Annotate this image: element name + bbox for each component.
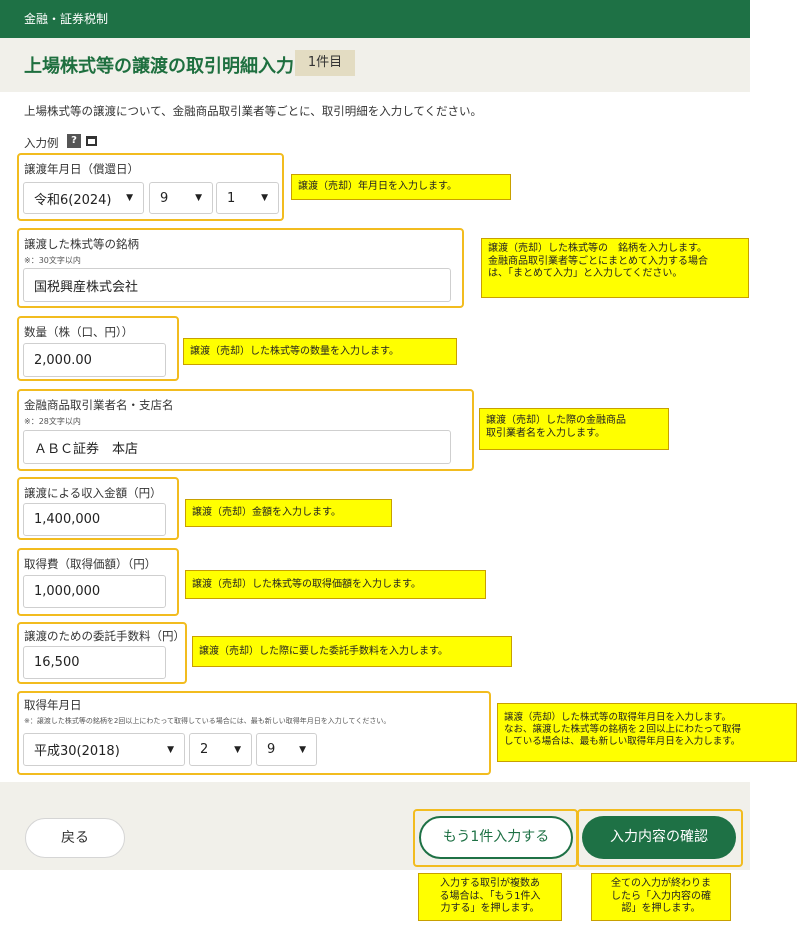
transfer-era-value: 令和6(2024): [34, 192, 112, 208]
quantity-value: 2,000.00: [34, 352, 92, 368]
chevron-down-icon: ▼: [234, 744, 241, 755]
add-another-button[interactable]: もう1件入力する: [419, 816, 573, 859]
annotation-broker: 譲渡（売却）した際の金融商品 取引業者名を入力します。: [479, 408, 669, 450]
broker-note: ※：28文字以内: [24, 417, 81, 426]
chevron-down-icon: ▼: [261, 193, 268, 203]
acquisition-month-value: 2: [200, 742, 209, 757]
fee-value: 16,500: [34, 655, 80, 670]
annotation-text: 譲渡（売却）した株式等の取得価額を入力します。: [192, 579, 421, 590]
acquisition-era-value: 平成30(2018): [34, 744, 120, 759]
confirm-button[interactable]: 入力内容の確認: [582, 816, 736, 859]
page-title: 上場株式等の譲渡の取引明細入力: [24, 56, 294, 77]
annotation-line: している場合は、最も新しい取得年月日を入力します。: [504, 735, 741, 747]
proceeds-label: 譲渡による収入金額（円）: [24, 486, 162, 500]
acquisition-date-note: ※：譲渡した株式等の銘柄を2回以上にわたって取得している場合には、最も新しい取得…: [24, 717, 391, 725]
broker-value: ＡＢＣ証券 本店: [34, 441, 139, 457]
fee-label: 譲渡のための委託手数料（円）: [24, 629, 185, 643]
broker-label: 金融商品取引業者名・支店名: [24, 398, 174, 412]
transfer-date-label: 譲渡年月日（償還日）: [24, 162, 139, 176]
chevron-down-icon: ▼: [126, 193, 133, 203]
transfer-day-value: 1: [227, 190, 236, 206]
annotation-confirm-button: 全ての入力が終わりま したら「入力内容の確 認」を押します。: [591, 873, 731, 921]
annotation-line: 認」を押します。: [621, 903, 701, 914]
transfer-day-select[interactable]: 1 ▼: [216, 182, 279, 214]
annotation-text: 譲渡（売却）金額を入力します。: [192, 507, 341, 518]
annotation-text: 譲渡（売却）した株式等の数量を入力します。: [190, 346, 399, 357]
cost-value: 1,000,000: [34, 584, 101, 599]
annotation-line: は、「まとめて入力」と入力してください。: [488, 268, 683, 279]
transfer-month-select[interactable]: 9 ▼: [149, 182, 213, 214]
category-header: 金融・証券税制: [0, 0, 750, 38]
annotation-line: 入力する取引が複数あ: [440, 878, 540, 889]
stock-name-label: 譲渡した株式等の銘柄: [24, 237, 139, 251]
fee-input[interactable]: 16,500: [23, 646, 166, 679]
acquisition-era-select[interactable]: 平成30(2018) ▼: [23, 733, 185, 766]
acquisition-date-label: 取得年月日: [24, 698, 82, 712]
quantity-label: 数量（株（口、円））: [24, 325, 134, 339]
chevron-down-icon: ▼: [195, 193, 202, 203]
stock-name-input[interactable]: 国税興産株式会社: [23, 268, 451, 302]
example-label: 入力例: [24, 136, 59, 150]
annotation-cost: 譲渡（売却）した株式等の取得価額を入力します。: [185, 570, 486, 599]
help-icon[interactable]: ?: [67, 134, 81, 148]
broker-input[interactable]: ＡＢＣ証券 本店: [23, 430, 451, 464]
annotation-acquisition-date: 譲渡（売却）した株式等の取得年月日を入力します。 なお、譲渡した株式等の銘柄を２…: [497, 703, 797, 762]
annotation-line: 金融商品取引業者等ごとにまとめて入力する場合: [488, 255, 708, 267]
annotation-fee: 譲渡（売却）した際に要した委託手数料を入力します。: [192, 636, 512, 667]
quantity-input[interactable]: 2,000.00: [23, 343, 166, 377]
transfer-era-select[interactable]: 令和6(2024) ▼: [23, 182, 144, 214]
acquisition-month-select[interactable]: 2 ▼: [189, 733, 252, 766]
annotation-text: 譲渡（売却）した際に要した委託手数料を入力します。: [199, 646, 448, 657]
stock-name-value: 国税興産株式会社: [34, 279, 139, 295]
annotation-line: る場合は、「もう1件入: [439, 890, 541, 902]
annotation-more-button: 入力する取引が複数あ る場合は、「もう1件入 力する」を押します。: [418, 873, 562, 921]
transfer-month-value: 9: [160, 190, 169, 206]
chevron-down-icon: ▼: [299, 744, 306, 755]
new-window-icon[interactable]: [86, 136, 97, 146]
cost-label: 取得費（取得価額）（円）: [24, 557, 157, 571]
annotation-line: したら「入力内容の確: [611, 890, 711, 902]
annotation-line: 譲渡（売却）した株式等の 銘柄を入力します。: [488, 243, 707, 254]
annotation-line: なお、譲渡した株式等の銘柄を２回以上にわたって取得: [504, 723, 742, 735]
acquisition-day-select[interactable]: 9 ▼: [256, 733, 317, 766]
proceeds-value: 1,400,000: [34, 512, 101, 527]
annotation-line: 譲渡（売却）した際の金融商品: [486, 415, 626, 426]
annotation-line: 譲渡（売却）した株式等の取得年月日を入力します。: [504, 712, 732, 723]
annotation-line: 全ての入力が終わりま: [611, 878, 711, 889]
count-badge: 1件目: [295, 50, 355, 76]
annotation-line: 取引業者名を入力します。: [486, 427, 605, 439]
annotation-proceeds: 譲渡（売却）金額を入力します。: [185, 499, 392, 527]
annotation-stock-name: 譲渡（売却）した株式等の 銘柄を入力します。 金融商品取引業者等ごとにまとめて入…: [481, 238, 749, 298]
annotation-transfer-date: 譲渡（売却）年月日を入力します。: [291, 174, 511, 200]
back-button[interactable]: 戻る: [25, 818, 125, 858]
chevron-down-icon: ▼: [167, 744, 174, 755]
annotation-line: 力する」を押します。: [440, 903, 540, 914]
intro-text: 上場株式等の譲渡について、金融商品取引業者等ごとに、取引明細を入力してください。: [24, 104, 483, 118]
annotation-quantity: 譲渡（売却）した株式等の数量を入力します。: [183, 338, 457, 365]
acquisition-day-value: 9: [267, 742, 276, 757]
cost-input[interactable]: 1,000,000: [23, 575, 166, 608]
annotation-text: 譲渡（売却）年月日を入力します。: [298, 181, 457, 192]
stock-name-note: ※：30文字以内: [24, 256, 81, 265]
proceeds-input[interactable]: 1,400,000: [23, 503, 166, 536]
